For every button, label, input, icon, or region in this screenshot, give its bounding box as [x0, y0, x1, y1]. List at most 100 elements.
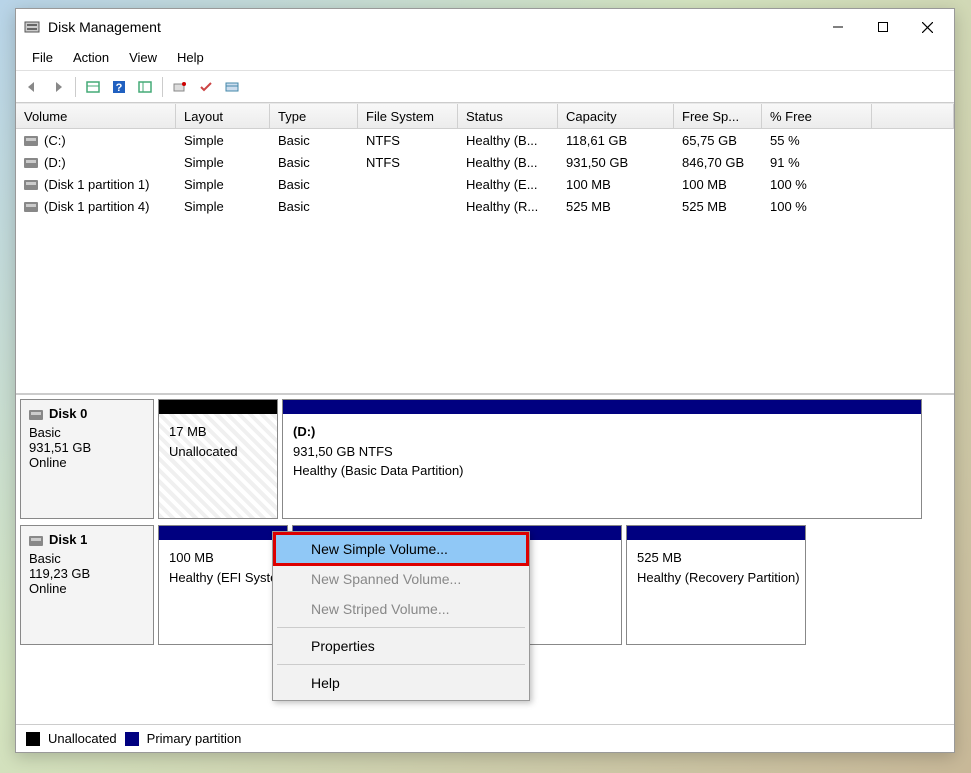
cell-status: Healthy (B... — [458, 153, 558, 172]
volume-name: (D:) — [44, 155, 66, 170]
volume-icon — [24, 202, 38, 212]
action-icon[interactable] — [168, 75, 192, 99]
cell-status: Healthy (B... — [458, 131, 558, 150]
show-hide-button[interactable] — [81, 75, 105, 99]
volume-name: (Disk 1 partition 1) — [44, 177, 149, 192]
disk-type: Basic — [29, 425, 145, 440]
refresh-button[interactable] — [133, 75, 157, 99]
cell-free: 525 MB — [674, 197, 762, 216]
menubar: File Action View Help — [16, 45, 954, 71]
disk-label[interactable]: Disk 0Basic931,51 GBOnline — [20, 399, 154, 519]
disk-icon — [29, 536, 43, 546]
check-icon[interactable] — [194, 75, 218, 99]
table-row[interactable]: (Disk 1 partition 1) SimpleBasic Healthy (… — [16, 173, 954, 195]
close-button[interactable] — [905, 12, 950, 42]
volume-name: (C:) — [44, 133, 66, 148]
partition-bar — [159, 400, 277, 414]
partition[interactable]: 100 MBHealthy (EFI System Partition) — [158, 525, 288, 645]
column-headers: Volume Layout Type File System Status Ca… — [16, 103, 954, 129]
menu-action[interactable]: Action — [63, 47, 119, 68]
col-pctfree[interactable]: % Free — [762, 104, 872, 128]
list-icon[interactable] — [220, 75, 244, 99]
ctx-new-spanned-volume[interactable]: New Spanned Volume... — [275, 564, 527, 594]
partition-title: (D:) — [293, 422, 911, 442]
disk-type: Basic — [29, 551, 145, 566]
partition-line2: Healthy (EFI System Partition) — [169, 568, 277, 588]
partition-line1: 17 MB — [169, 422, 267, 442]
table-row[interactable]: (C:)SimpleBasicNTFSHealthy (B...118,61 G… — [16, 129, 954, 151]
cell-capacity: 525 MB — [558, 197, 674, 216]
col-status[interactable]: Status — [458, 104, 558, 128]
partition[interactable]: 525 MBHealthy (Recovery Partition) — [626, 525, 806, 645]
disk-row: Disk 0Basic931,51 GBOnline17 MBUnallocat… — [20, 399, 950, 519]
cell-type: Basic — [270, 197, 358, 216]
cell-pct: 100 % — [762, 175, 872, 194]
volume-list: Volume Layout Type File System Status Ca… — [16, 103, 954, 395]
ctx-separator — [277, 627, 525, 628]
minimize-button[interactable] — [815, 12, 860, 42]
cell-layout: Simple — [176, 175, 270, 194]
volume-icon — [24, 136, 38, 146]
cell-capacity: 100 MB — [558, 175, 674, 194]
ctx-new-simple-volume[interactable]: New Simple Volume... — [275, 534, 527, 564]
cell-capacity: 931,50 GB — [558, 153, 674, 172]
partition[interactable]: 17 MBUnallocated — [158, 399, 278, 519]
menu-file[interactable]: File — [22, 47, 63, 68]
ctx-new-striped-volume[interactable]: New Striped Volume... — [275, 594, 527, 624]
cell-pct: 100 % — [762, 197, 872, 216]
disk-icon — [29, 410, 43, 420]
forward-button[interactable] — [46, 75, 70, 99]
col-layout[interactable]: Layout — [176, 104, 270, 128]
partition-bar — [159, 526, 287, 540]
toolbar-separator — [75, 77, 76, 97]
partition-line1: 525 MB — [637, 548, 795, 568]
table-row[interactable]: (Disk 1 partition 4)SimpleBasicHealthy (… — [16, 195, 954, 217]
col-capacity[interactable]: Capacity — [558, 104, 674, 128]
partition-line2: Unallocated — [169, 442, 267, 462]
titlebar: Disk Management — [16, 9, 954, 45]
legend-unallocated: Unallocated — [48, 731, 117, 746]
cell-type: Basic — [270, 175, 358, 194]
cell-layout: Simple — [176, 197, 270, 216]
ctx-separator — [277, 664, 525, 665]
cell-status: Healthy (E... — [458, 175, 558, 194]
partition[interactable]: (D:)931,50 GB NTFSHealthy (Basic Data Pa… — [282, 399, 922, 519]
col-spacer — [872, 104, 954, 128]
menu-help[interactable]: Help — [167, 47, 214, 68]
col-volume[interactable]: Volume — [16, 104, 176, 128]
table-row[interactable]: (D:) SimpleBasicNTFSHealthy (B...931,50 G… — [16, 151, 954, 173]
col-filesystem[interactable]: File System — [358, 104, 458, 128]
cell-free: 846,70 GB — [674, 153, 762, 172]
cell-type: Basic — [270, 153, 358, 172]
cell-fs — [358, 182, 458, 186]
menu-view[interactable]: View — [119, 47, 167, 68]
app-icon — [24, 19, 40, 35]
ctx-properties[interactable]: Properties — [275, 631, 527, 661]
help-icon[interactable]: ? — [107, 75, 131, 99]
cell-free: 100 MB — [674, 175, 762, 194]
disk-state: Online — [29, 455, 145, 470]
cell-layout: Simple — [176, 131, 270, 150]
cell-fs — [358, 204, 458, 208]
cell-capacity: 118,61 GB — [558, 131, 674, 150]
cell-free: 65,75 GB — [674, 131, 762, 150]
toolbar: ? — [16, 71, 954, 103]
col-freespace[interactable]: Free Sp... — [674, 104, 762, 128]
col-type[interactable]: Type — [270, 104, 358, 128]
maximize-button[interactable] — [860, 12, 905, 42]
legend-primary: Primary partition — [147, 731, 242, 746]
disk-name: Disk 1 — [49, 532, 87, 547]
cell-layout: Simple — [176, 153, 270, 172]
disk-name: Disk 0 — [49, 406, 87, 421]
cell-fs: NTFS — [358, 153, 458, 172]
back-button[interactable] — [20, 75, 44, 99]
disk-state: Online — [29, 581, 145, 596]
disk-label[interactable]: Disk 1Basic119,23 GBOnline — [20, 525, 154, 645]
legend: Unallocated Primary partition — [16, 724, 954, 752]
partition-bar — [283, 400, 921, 414]
ctx-help[interactable]: Help — [275, 668, 527, 698]
cell-type: Basic — [270, 131, 358, 150]
partition-line1: 931,50 GB NTFS — [293, 442, 911, 462]
legend-swatch-unallocated — [26, 732, 40, 746]
volume-name: (Disk 1 partition 4) — [44, 199, 149, 214]
